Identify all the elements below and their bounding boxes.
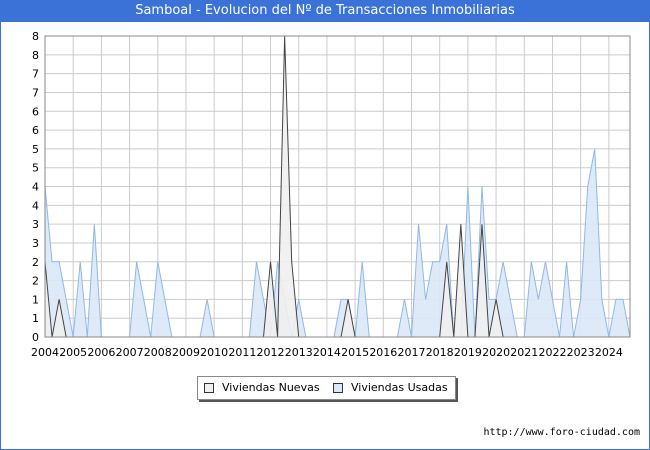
- legend-label-usadas: Viviendas Usadas: [351, 381, 448, 394]
- x-tick-label: 2011: [228, 346, 256, 359]
- x-tick-label: 2019: [454, 346, 482, 359]
- legend: Viviendas Nuevas Viviendas Usadas: [197, 376, 456, 400]
- legend-item-usadas: Viviendas Usadas: [333, 381, 448, 395]
- source-url: http://www.foro-ciudad.com: [483, 427, 640, 438]
- y-tick-label: 7: [32, 68, 39, 81]
- x-tick-label: 2023: [567, 346, 595, 359]
- y-tick-label: 8: [32, 30, 39, 43]
- x-tick-label: 2022: [538, 346, 566, 359]
- y-tick-label: 1: [32, 293, 39, 306]
- y-tick-label: 2: [32, 275, 39, 288]
- chart-area: 0 1 1 2 2 3 3 4 4 5 5 6 6 7 7 8 8 2004 2005 2006 2007 2008 200…: [31, 30, 631, 359]
- x-tick-label: 2007: [116, 346, 144, 359]
- x-tick-label: 2018: [426, 346, 454, 359]
- y-tick-label: 3: [32, 218, 39, 231]
- y-tick-label: 0: [32, 331, 39, 344]
- chart-title: Samboal - Evolucion del Nº de Transaccio…: [0, 0, 650, 22]
- x-tick-label: 2017: [398, 346, 426, 359]
- y-tick-label: 5: [32, 162, 39, 175]
- x-tick-label: 2013: [285, 346, 313, 359]
- x-tick-label: 2021: [510, 346, 538, 359]
- x-tick-label: 2014: [313, 346, 341, 359]
- x-tick-label: 2016: [369, 346, 397, 359]
- x-tick-label: 2009: [172, 346, 200, 359]
- y-tick-label: 7: [32, 86, 39, 99]
- y-tick-label: 6: [32, 105, 39, 118]
- y-tick-label: 1: [32, 312, 39, 325]
- legend-swatch-usadas: [333, 383, 343, 393]
- x-tick-label: 2006: [87, 346, 115, 359]
- legend-swatch-nuevas: [204, 383, 214, 393]
- x-tick-label: 2024: [595, 346, 623, 359]
- y-tick-label: 8: [32, 49, 39, 62]
- legend-item-nuevas: Viviendas Nuevas: [204, 381, 320, 395]
- y-tick-label: 3: [32, 237, 39, 250]
- x-tick-label: 2008: [144, 346, 172, 359]
- y-tick-label: 2: [32, 256, 39, 269]
- x-tick-label: 2012: [257, 346, 285, 359]
- y-tick-label: 4: [32, 199, 39, 212]
- legend-label-nuevas: Viviendas Nuevas: [222, 381, 320, 394]
- y-tick-label: 5: [32, 143, 39, 156]
- x-tick-label: 2010: [200, 346, 228, 359]
- x-tick-label: 2020: [482, 346, 510, 359]
- y-tick-label: 6: [32, 124, 39, 137]
- y-tick-label: 4: [32, 181, 39, 194]
- x-tick-label: 2015: [341, 346, 369, 359]
- x-tick-label: 2005: [59, 346, 87, 359]
- x-tick-label: 2004: [31, 346, 59, 359]
